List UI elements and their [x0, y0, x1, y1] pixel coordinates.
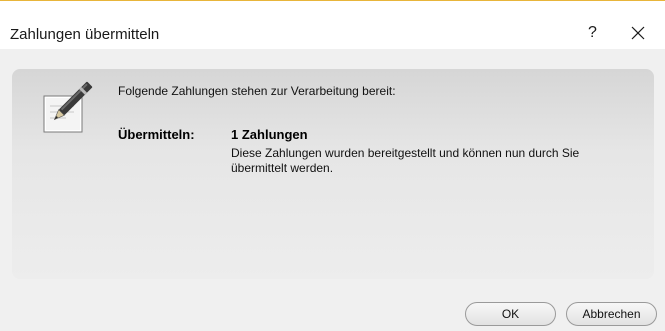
close-icon: [631, 26, 645, 40]
submit-label: Übermitteln:: [118, 127, 195, 142]
pen-paper-icon: [43, 81, 93, 133]
cancel-button[interactable]: Abbrechen: [566, 302, 657, 326]
help-button[interactable]: ?: [588, 23, 597, 43]
dialog-window: Zahlungen übermitteln ? Folgende Zahlung…: [0, 0, 665, 331]
payments-count: 1 Zahlungen: [231, 127, 308, 142]
payments-description: Diese Zahlungen wurden bereitgestellt un…: [231, 146, 580, 175]
window-title: Zahlungen übermitteln: [10, 26, 160, 43]
close-button[interactable]: [629, 24, 647, 42]
intro-text: Folgende Zahlungen stehen zur Verarbeitu…: [118, 84, 396, 98]
ok-button[interactable]: OK: [465, 302, 556, 326]
title-bar: Zahlungen übermitteln ?: [0, 1, 665, 49]
